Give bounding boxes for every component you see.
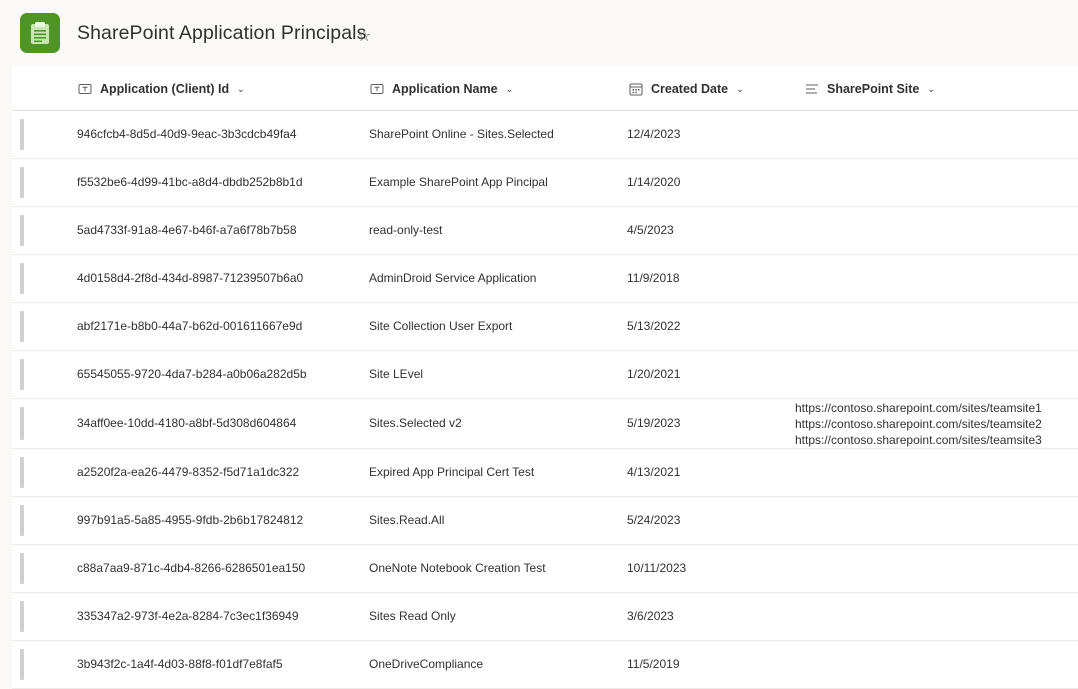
chevron-down-icon[interactable]: ⌄ [237, 84, 245, 95]
cell-app-name: read-only-test [369, 223, 443, 237]
table-row[interactable]: 997b91a5-5a85-4955-9fdb-2b6b17824812 Site… [12, 497, 1078, 545]
cell-created-date: 4/13/2021 [627, 465, 681, 479]
cell-client-id: 946cfcb4-8d5d-40d9-9eac-3b3cdcb49fa4 [77, 127, 297, 141]
row-select-handle[interactable] [20, 119, 24, 150]
table-row[interactable]: 34aff0ee-10dd-4180-a8bf-5d308d604864 Site… [12, 399, 1078, 449]
cell-client-id: 3b943f2c-1a4f-4d03-88f8-f01df7e8faf5 [77, 657, 283, 671]
cell-created-date: 4/5/2023 [627, 223, 674, 237]
cell-created-date: 11/5/2019 [627, 657, 680, 671]
row-select-handle[interactable] [20, 649, 24, 680]
cell-created-date: 1/14/2020 [627, 175, 681, 189]
site-url: https://contoso.sharepoint.com/sites/tea… [795, 433, 1042, 447]
column-label: Created Date [651, 82, 729, 96]
row-select-handle[interactable] [20, 457, 24, 488]
cell-app-name: OneNote Notebook Creation Test [369, 561, 546, 575]
cell-client-id: c88a7aa9-871c-4db4-8266-6286501ea150 [77, 561, 306, 575]
table-row[interactable]: a2520f2a-ea26-4479-8352-f5d71a1dc322 Expi… [12, 449, 1078, 497]
row-select-handle[interactable] [20, 505, 24, 536]
row-select-handle[interactable] [20, 263, 24, 294]
cell-created-date: 1/20/2021 [627, 367, 681, 381]
cell-client-id: 5ad4733f-91a8-4e67-b46f-a7a6f78b7b58 [77, 223, 297, 237]
table-row[interactable]: 5ad4733f-91a8-4e67-b46f-a7a6f78b7b58 read… [12, 207, 1078, 255]
cell-client-id: 335347a2-973f-4e2a-8284-7c3ec1f36949 [77, 609, 299, 623]
cell-client-id: a2520f2a-ea26-4479-8352-f5d71a1dc322 [77, 465, 300, 479]
page-header: SharePoint Application Principals ☆ [0, 0, 1078, 66]
row-select-handle[interactable] [20, 553, 24, 584]
chevron-down-icon[interactable]: ⌄ [736, 84, 744, 95]
cell-app-name: OneDriveCompliance [369, 657, 484, 671]
cell-app-name: Example SharePoint App Pincipal [369, 175, 548, 189]
page-title: SharePoint Application Principals [77, 22, 367, 44]
chevron-down-icon[interactable]: ⌄ [506, 84, 514, 95]
multiline-text-icon [805, 82, 819, 96]
row-select-handle[interactable] [20, 215, 24, 246]
site-url: https://contoso.sharepoint.com/sites/tea… [795, 417, 1042, 431]
cell-sharepoint-site: https://contoso.sharepoint.com/sites/tea… [795, 400, 1042, 448]
column-header-app-name[interactable]: Application Name ⌄ [370, 80, 513, 98]
row-select-handle[interactable] [20, 167, 24, 198]
cell-app-name: Expired App Principal Cert Test [369, 465, 535, 479]
row-select-handle[interactable] [20, 407, 24, 440]
text-field-icon [370, 82, 384, 96]
text-field-icon [78, 82, 92, 96]
cell-client-id: abf2171e-b8b0-44a7-b62d-001611667e9d [77, 319, 303, 333]
cell-app-name: Site Collection User Export [369, 319, 513, 333]
clipboard-icon [31, 22, 49, 44]
cell-app-name: SharePoint Online - Sites.Selected [369, 127, 554, 141]
table-row[interactable]: abf2171e-b8b0-44a7-b62d-001611667e9d Site… [12, 303, 1078, 351]
list-app-icon[interactable] [20, 13, 60, 53]
table-row[interactable]: c88a7aa9-871c-4db4-8266-6286501ea150 OneN… [12, 545, 1078, 593]
column-header-row: Application (Client) Id ⌄ Application Na… [12, 66, 1078, 111]
cell-app-name: Site LEvel [369, 367, 424, 381]
calendar-icon [629, 82, 643, 96]
column-header-sharepoint-site[interactable]: SharePoint Site ⌄ [805, 80, 935, 98]
row-select-handle[interactable] [20, 311, 24, 342]
table-row[interactable]: 946cfcb4-8d5d-40d9-9eac-3b3cdcb49fa4 Shar… [12, 111, 1078, 159]
cell-created-date: 3/6/2023 [627, 609, 674, 623]
cell-app-name: AdminDroid Service Application [369, 271, 537, 285]
cell-app-name: Sites.Read.All [369, 513, 445, 527]
list-view: Application (Client) Id ⌄ Application Na… [12, 66, 1078, 689]
cell-created-date: 5/13/2022 [627, 319, 681, 333]
cell-created-date: 12/4/2023 [627, 127, 681, 141]
table-row[interactable]: f5532be6-4d99-41bc-a8d4-dbdb252b8b1d Exam… [12, 159, 1078, 207]
column-label: Application Name [392, 82, 498, 96]
cell-client-id: f5532be6-4d99-41bc-a8d4-dbdb252b8b1d [77, 175, 303, 189]
cell-created-date: 10/11/2023 [627, 561, 687, 575]
cell-client-id: 65545055-9720-4da7-b284-a0b06a282d5b [77, 367, 307, 381]
cell-client-id: 34aff0ee-10dd-4180-a8bf-5d308d604864 [77, 416, 297, 430]
row-select-handle[interactable] [20, 359, 24, 390]
table-row[interactable]: 3b943f2c-1a4f-4d03-88f8-f01df7e8faf5 OneD… [12, 641, 1078, 689]
cell-client-id: 4d0158d4-2f8d-434d-8987-71239507b6a0 [77, 271, 304, 285]
column-header-created-date[interactable]: Created Date ⌄ [629, 80, 744, 98]
chevron-down-icon[interactable]: ⌄ [927, 84, 935, 95]
favorite-star-icon[interactable]: ☆ [357, 26, 371, 46]
cell-app-name: Sites.Selected v2 [369, 416, 462, 430]
cell-created-date: 5/24/2023 [627, 513, 681, 527]
column-label: SharePoint Site [827, 82, 920, 96]
cell-app-name: Sites Read Only [369, 609, 456, 623]
column-header-client-id[interactable]: Application (Client) Id ⌄ [78, 80, 245, 98]
column-label: Application (Client) Id [100, 82, 230, 96]
cell-created-date: 5/19/2023 [627, 416, 681, 430]
table-row[interactable]: 4d0158d4-2f8d-434d-8987-71239507b6a0 Admi… [12, 255, 1078, 303]
cell-client-id: 997b91a5-5a85-4955-9fdb-2b6b17824812 [77, 513, 304, 527]
site-url: https://contoso.sharepoint.com/sites/tea… [795, 401, 1042, 415]
table-row[interactable]: 335347a2-973f-4e2a-8284-7c3ec1f36949 Site… [12, 593, 1078, 641]
row-select-handle[interactable] [20, 601, 24, 632]
table-row[interactable]: 65545055-9720-4da7-b284-a0b06a282d5b Site… [12, 351, 1078, 399]
cell-created-date: 11/9/2018 [627, 271, 680, 285]
